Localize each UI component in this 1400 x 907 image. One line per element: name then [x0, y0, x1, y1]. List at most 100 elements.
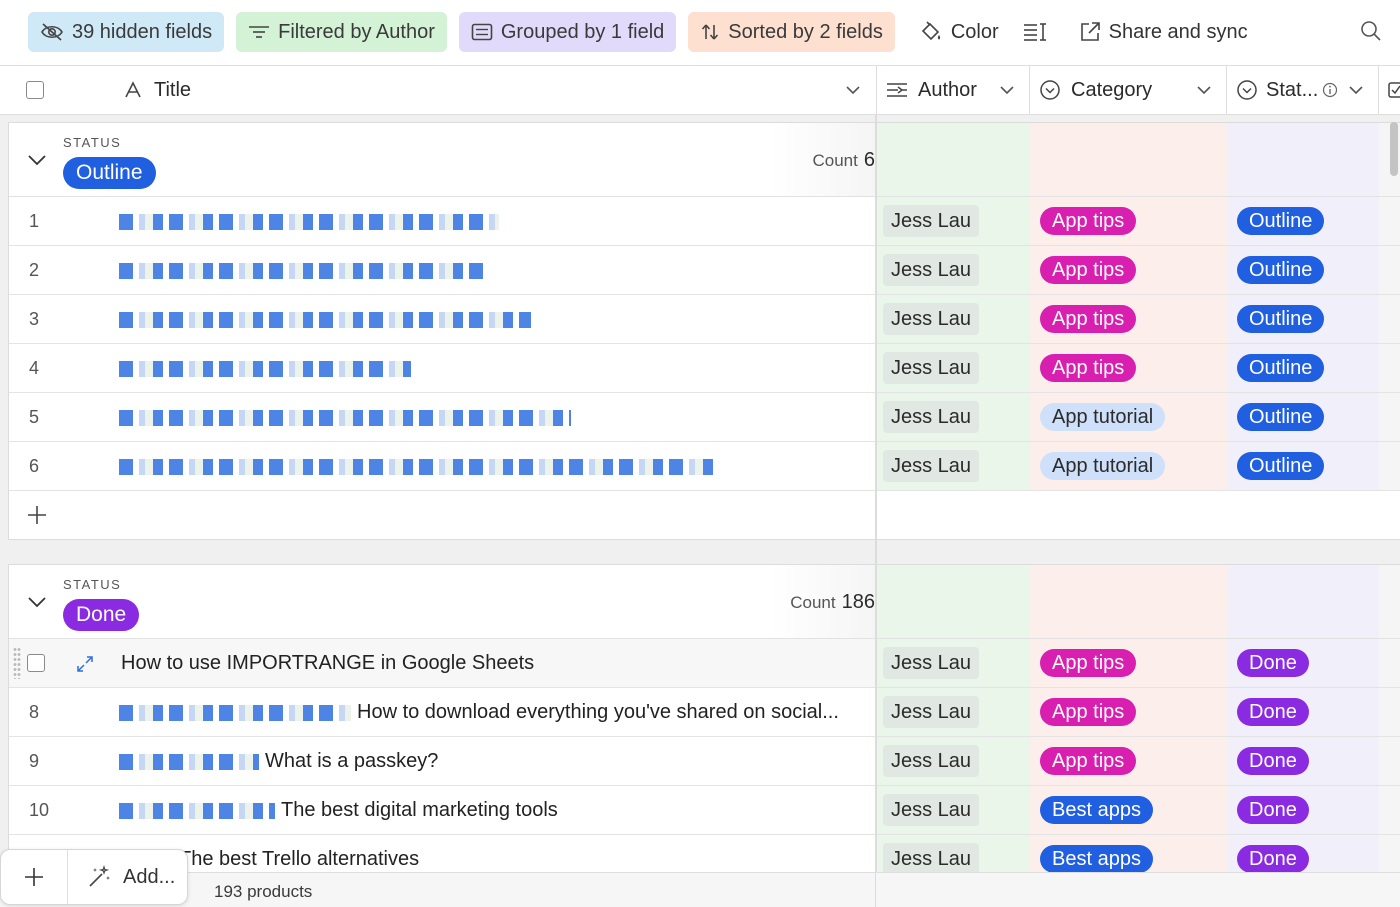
vertical-scrollbar[interactable] [1390, 122, 1398, 176]
add-record-row[interactable] [9, 491, 1400, 539]
table-row[interactable]: 8 How to download everything you've shar… [9, 688, 1400, 737]
column-header-author[interactable]: Author [876, 66, 1029, 114]
table-row[interactable]: 4 Jess Lau App tips Outline [9, 344, 1400, 393]
checkbox[interactable] [26, 81, 44, 99]
row-title[interactable] [119, 357, 869, 380]
status-cell[interactable]: Done [1227, 737, 1379, 785]
column-header-checkbox-field[interactable] [1388, 66, 1400, 114]
category-cell[interactable]: App tips [1030, 737, 1227, 785]
author-cell[interactable]: Jess Lau [877, 442, 1030, 490]
table-row[interactable]: 2 Jess Lau App tips Outline [9, 246, 1400, 295]
add-with-ai-button[interactable]: Add... [87, 850, 175, 904]
column-category-label: Category [1071, 78, 1153, 101]
filter-button[interactable]: Filtered by Author [236, 12, 447, 52]
hidden-fields-button[interactable]: 39 hidden fields [28, 12, 225, 52]
share-sync-button[interactable]: Share and sync [1067, 12, 1260, 52]
column-header-title[interactable]: Title [110, 66, 875, 114]
category-cell[interactable]: App tips [1030, 197, 1227, 245]
status-cell[interactable]: Outline [1227, 197, 1379, 245]
table-row[interactable]: 3 Jess Lau App tips Outline [9, 295, 1400, 344]
status-cell[interactable]: Done [1227, 786, 1379, 834]
extra-cell[interactable] [1379, 835, 1400, 872]
category-cell[interactable]: Best apps [1030, 786, 1227, 834]
status-cell[interactable]: Outline [1227, 246, 1379, 294]
author-cell[interactable]: Jess Lau [877, 639, 1030, 687]
author-cell[interactable]: Jess Lau [877, 737, 1030, 785]
select-all-checkbox[interactable] [26, 66, 44, 114]
group-button[interactable]: Grouped by 1 field [458, 12, 677, 52]
chevron-down-icon[interactable] [27, 595, 47, 609]
row-title[interactable]: How to use IMPORTRANGE in Google Sheets [121, 652, 871, 675]
group-label: Grouped by 1 field [500, 20, 665, 43]
chevron-down-icon[interactable] [27, 153, 47, 167]
category-cell[interactable]: App tutorial [1030, 393, 1227, 441]
sort-button[interactable]: Sorted by 2 fields [688, 12, 895, 52]
expand-icon[interactable] [75, 654, 95, 674]
row-title-text: The best digital marketing tools [281, 799, 558, 821]
category-cell[interactable]: App tips [1030, 688, 1227, 736]
table-row[interactable]: 9 What is a passkey? Jess Lau App tips D… [9, 737, 1400, 786]
extra-cell[interactable] [1379, 737, 1400, 785]
table-row[interactable]: How to use IMPORTRANGE in Google Sheets … [9, 639, 1400, 688]
author-cell[interactable]: Jess Lau [877, 246, 1030, 294]
author-cell[interactable]: Jess Lau [877, 393, 1030, 441]
category-cell[interactable]: App tips [1030, 295, 1227, 343]
info-icon[interactable] [1322, 82, 1338, 98]
status-cell[interactable]: Done [1227, 835, 1379, 872]
table-row[interactable]: 6 Jess Lau App tutorial Outline [9, 442, 1400, 491]
extra-cell[interactable] [1379, 442, 1400, 490]
row-title[interactable]: How to download everything you've shared… [119, 701, 869, 724]
category-cell[interactable]: App tips [1030, 639, 1227, 687]
status-cell[interactable]: Outline [1227, 393, 1379, 441]
color-button[interactable]: Color [907, 12, 1011, 52]
category-cell[interactable]: Best apps [1030, 835, 1227, 872]
search-button[interactable] [1360, 20, 1382, 47]
author-cell[interactable]: Jess Lau [877, 344, 1030, 392]
row-title[interactable]: The best digital marketing tools [119, 799, 869, 822]
chevron-down-icon[interactable] [1348, 82, 1364, 98]
status-cell[interactable]: Outline [1227, 295, 1379, 343]
chevron-down-icon[interactable] [1196, 82, 1212, 98]
row-title[interactable]: The best Trello alternatives [179, 848, 929, 871]
extra-cell[interactable] [1379, 246, 1400, 294]
table-row[interactable]: 10 The best digital marketing tools Jess… [9, 786, 1400, 835]
status-cell[interactable]: Done [1227, 639, 1379, 687]
column-header-category[interactable]: Category [1029, 66, 1226, 114]
table-row[interactable]: 1 Jess Lau App tips Outline [9, 197, 1400, 246]
status-cell[interactable]: Outline [1227, 344, 1379, 392]
table-row[interactable]: The best Trello alternatives Jess Lau Be… [9, 835, 1400, 872]
row-height-button[interactable] [1011, 12, 1067, 52]
chevron-down-icon[interactable] [845, 82, 861, 98]
author-cell[interactable]: Jess Lau [877, 688, 1030, 736]
extra-cell[interactable] [1379, 639, 1400, 687]
chevron-down-icon[interactable] [999, 82, 1015, 98]
author-cell[interactable]: Jess Lau [877, 786, 1030, 834]
row-title[interactable] [119, 406, 869, 429]
category-cell[interactable]: App tips [1030, 344, 1227, 392]
author-cell[interactable]: Jess Lau [877, 197, 1030, 245]
column-header-status[interactable]: Stat... [1226, 66, 1378, 114]
row-checkbox[interactable] [27, 654, 45, 672]
category-cell[interactable]: App tutorial [1030, 442, 1227, 490]
author-cell[interactable]: Jess Lau [877, 295, 1030, 343]
row-title[interactable]: What is a passkey? [119, 750, 869, 773]
extra-cell[interactable] [1379, 688, 1400, 736]
row-title[interactable] [119, 210, 869, 233]
extra-cell[interactable] [1379, 344, 1400, 392]
category-cell[interactable]: App tips [1030, 246, 1227, 294]
extra-cell[interactable] [1379, 393, 1400, 441]
row-title[interactable] [119, 259, 869, 282]
checkbox[interactable] [27, 654, 45, 672]
drag-handle[interactable] [13, 647, 21, 679]
author-cell[interactable]: Jess Lau [877, 835, 1030, 872]
add-record-button[interactable] [1, 850, 68, 904]
row-title[interactable] [119, 455, 869, 478]
status-cell[interactable]: Outline [1227, 442, 1379, 490]
status-cell[interactable]: Done [1227, 688, 1379, 736]
table-row[interactable]: 5 Jess Lau App tutorial Outline [9, 393, 1400, 442]
plus-icon[interactable] [27, 505, 47, 525]
row-title[interactable] [119, 308, 869, 331]
extra-cell[interactable] [1379, 786, 1400, 834]
extra-cell[interactable] [1379, 295, 1400, 343]
extra-cell[interactable] [1379, 197, 1400, 245]
